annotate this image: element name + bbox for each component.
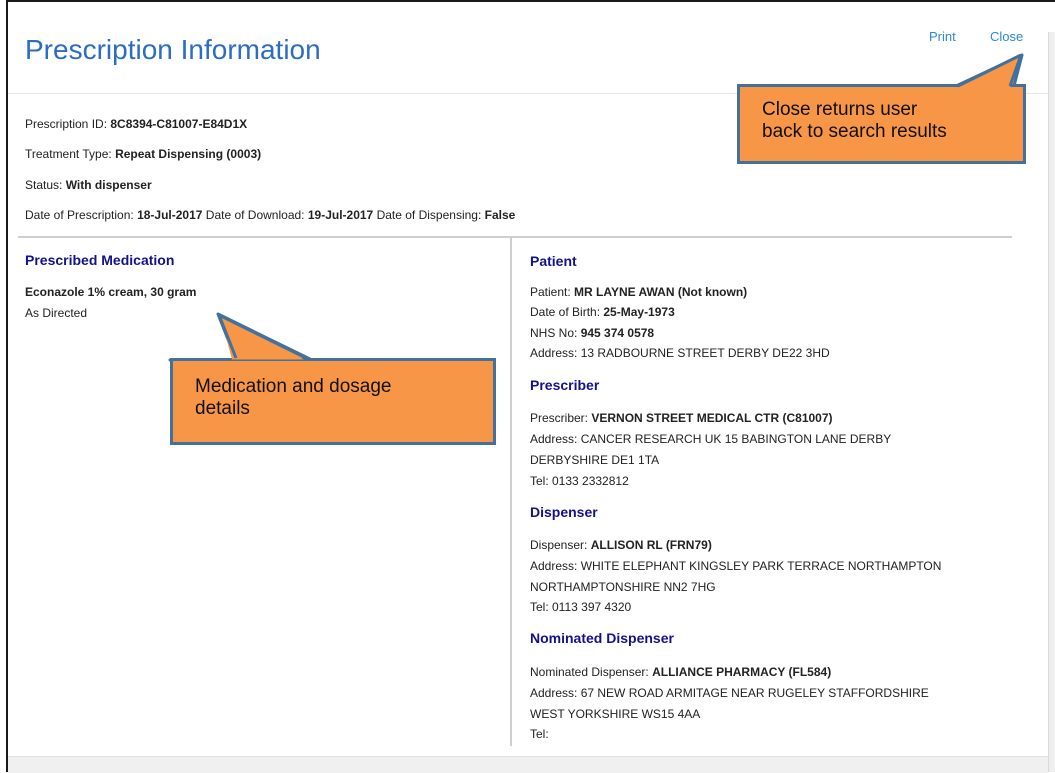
print-link[interactable]: Print [929, 29, 956, 44]
patient-name-row: Patient: MR LAYNE AWAN (Not known) [530, 284, 747, 300]
column-divider [510, 238, 512, 746]
status-label: Status: [25, 178, 63, 192]
medication-dosage: As Directed [25, 306, 88, 320]
prescriber-name-label: Prescriber: [530, 411, 589, 425]
nominated-dispenser-tel: Tel: [530, 727, 549, 741]
patient-nhs-row: NHS No: 945 374 0578 [530, 325, 654, 341]
medication-callout: Medication and dosage details [170, 358, 496, 445]
nominated-dispenser-name-value: ALLIANCE PHARMACY (FL584) [652, 665, 832, 679]
close-callout-line1: Close returns user [762, 99, 918, 120]
close-callout-line2: back to search results [762, 121, 947, 142]
patient-name-value: MR LAYNE AWAN (Not known) [574, 285, 748, 299]
treatment-type-row: Treatment Type: Repeat Dispensing (0003) [25, 147, 261, 161]
prescriber-name-value: VERNON STREET MEDICAL CTR (C81007) [591, 411, 833, 425]
modal-footer-bar [8, 756, 1048, 773]
nominated-dispenser-heading: Nominated Dispenser [530, 630, 674, 646]
prescriber-name-row: Prescriber: VERNON STREET MEDICAL CTR (C… [530, 410, 833, 426]
status-value: With dispenser [65, 178, 152, 192]
patient-address: Address: 13 RADBOURNE STREET DERBY DE22 … [530, 346, 830, 360]
nominated-dispenser-address-line2: WEST YORKSHIRE WS15 4AA [530, 707, 701, 721]
patient-nhs-value: 945 374 0578 [580, 326, 655, 340]
prescriber-address-line2: DERBYSHIRE DE1 1TA [530, 453, 660, 467]
close-link[interactable]: Close [990, 29, 1023, 44]
date-of-dispensing-value: False [484, 208, 516, 222]
prescription-id-row: Prescription ID: 8C8394-C81007-E84D1X [25, 117, 247, 131]
prescription-id-label: Prescription ID: [25, 117, 108, 131]
patient-dob-value: 25-May-1973 [603, 305, 675, 319]
prescribed-medication-heading: Prescribed Medication [25, 252, 175, 268]
close-callout: Close returns user back to search result… [737, 84, 1026, 164]
dispenser-address-line2: NORTHAMPTONSHIRE NN2 7HG [530, 580, 716, 594]
medication-callout-line1: Medication and dosage [195, 376, 392, 397]
prescription-modal: Prescription Information Print Close Pre… [0, 0, 1055, 773]
section-divider [18, 236, 1012, 238]
medication-callout-line2: details [195, 398, 250, 419]
dispenser-name-label: Dispenser: [530, 538, 588, 552]
window-top-border [6, 0, 1055, 2]
prescription-id-value: 8C8394-C81007-E84D1X [110, 117, 248, 131]
dispenser-address-line1: Address: WHITE ELEPHANT KINGSLEY PARK TE… [530, 559, 942, 573]
scrollbar-track[interactable] [1048, 32, 1055, 772]
medication-item: Econazole 1% cream, 30 gram [25, 284, 196, 300]
dates-row: Date of Prescription: 18-Jul-2017 Date o… [25, 208, 515, 222]
patient-dob-row: Date of Birth: 25-May-1973 [530, 304, 675, 320]
date-of-download-label: Date of Download: [205, 208, 305, 222]
patient-heading: Patient [530, 253, 577, 269]
nominated-dispenser-address-line1: Address: 67 NEW ROAD ARMITAGE NEAR RUGEL… [530, 686, 929, 700]
prescriber-tel: Tel: 0133 2332812 [530, 474, 629, 488]
prescriber-address-line1: Address: CANCER RESEARCH UK 15 BABINGTON… [530, 432, 892, 446]
treatment-type-value: Repeat Dispensing (0003) [115, 147, 262, 161]
status-row: Status: With dispenser [25, 178, 152, 192]
dispenser-name-value: ALLISON RL (FRN79) [590, 538, 712, 552]
patient-dob-label: Date of Birth: [530, 305, 601, 319]
date-of-prescription-label: Date of Prescription: [25, 208, 134, 222]
date-of-dispensing-label: Date of Dispensing: [376, 208, 482, 222]
treatment-type-label: Treatment Type: [25, 147, 112, 161]
prescriber-heading: Prescriber [530, 377, 600, 393]
dispenser-heading: Dispenser [530, 504, 598, 520]
patient-nhs-label: NHS No: [530, 326, 578, 340]
medication-name: Econazole 1% cream, 30 gram [25, 285, 197, 299]
date-of-prescription-value: 18-Jul-2017 [137, 208, 203, 222]
dispenser-tel: Tel: 0113 397 4320 [530, 600, 632, 614]
page-title: Prescription Information [25, 34, 321, 65]
dispenser-name-row: Dispenser: ALLISON RL (FRN79) [530, 537, 712, 553]
window-left-border [6, 0, 8, 772]
patient-name-label: Patient: [530, 285, 571, 299]
nominated-dispenser-name-label: Nominated Dispenser: [530, 665, 649, 679]
nominated-dispenser-name-row: Nominated Dispenser: ALLIANCE PHARMACY (… [530, 664, 831, 680]
date-of-download-value: 19-Jul-2017 [307, 208, 374, 222]
